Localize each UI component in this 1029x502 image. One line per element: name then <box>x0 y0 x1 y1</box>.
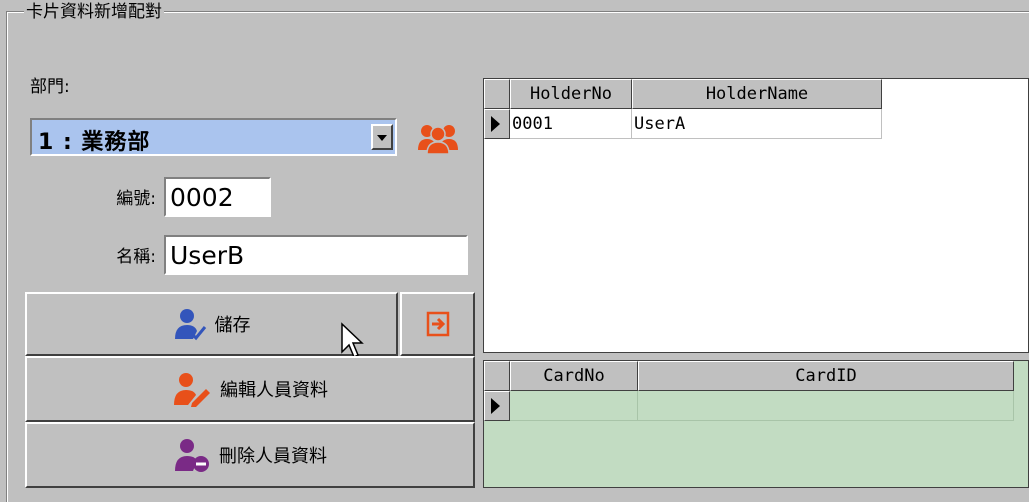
cards-row-indicator[interactable] <box>484 391 510 421</box>
edit-person-button[interactable]: 編輯人員資料 <box>25 356 475 422</box>
chevron-down-icon[interactable] <box>371 124 393 150</box>
holders-grid-corner <box>484 79 510 109</box>
cards-new-cell-id[interactable] <box>638 391 1014 421</box>
name-field[interactable] <box>164 235 468 275</box>
cards-col-cardno[interactable]: CardNo <box>510 361 638 391</box>
user-remove-icon <box>175 439 209 472</box>
holders-grid[interactable]: HolderNo HolderName 0001 UserA <box>483 78 1029 353</box>
delete-person-button[interactable]: 刪除人員資料 <box>25 422 475 488</box>
cards-col-cardid[interactable]: CardID <box>638 361 1014 391</box>
user-check-icon <box>174 309 206 341</box>
holders-row-indicator[interactable] <box>484 109 510 139</box>
cards-grid[interactable]: CardNo CardID <box>483 360 1029 488</box>
name-label: 名稱: <box>116 247 156 267</box>
save-button-label: 儲存 <box>214 315 251 336</box>
number-field[interactable] <box>164 177 271 217</box>
department-selected-value: 1 : 業務部 <box>38 130 151 155</box>
holders-cell-name[interactable]: UserA <box>632 109 882 139</box>
group-title: 卡片資料新增配對 <box>24 1 164 23</box>
user-edit-icon <box>174 373 210 407</box>
cards-new-cell-no[interactable] <box>510 391 638 421</box>
current-row-arrow-icon <box>491 398 500 414</box>
holders-col-holderno[interactable]: HolderNo <box>510 79 632 109</box>
department-label: 部門: <box>30 77 70 97</box>
people-group-icon[interactable] <box>416 120 460 156</box>
department-combobox[interactable]: 1 : 業務部 <box>30 118 397 156</box>
holders-cell-no[interactable]: 0001 <box>510 109 632 139</box>
cards-grid-corner <box>484 361 510 391</box>
exit-icon <box>426 311 449 337</box>
number-label: 編號: <box>116 189 156 209</box>
current-row-arrow-icon <box>491 116 500 132</box>
holders-col-holdername[interactable]: HolderName <box>632 79 882 109</box>
exit-button[interactable] <box>400 292 475 356</box>
edit-person-label: 編輯人員資料 <box>220 380 328 401</box>
delete-person-label: 刪除人員資料 <box>219 446 327 467</box>
